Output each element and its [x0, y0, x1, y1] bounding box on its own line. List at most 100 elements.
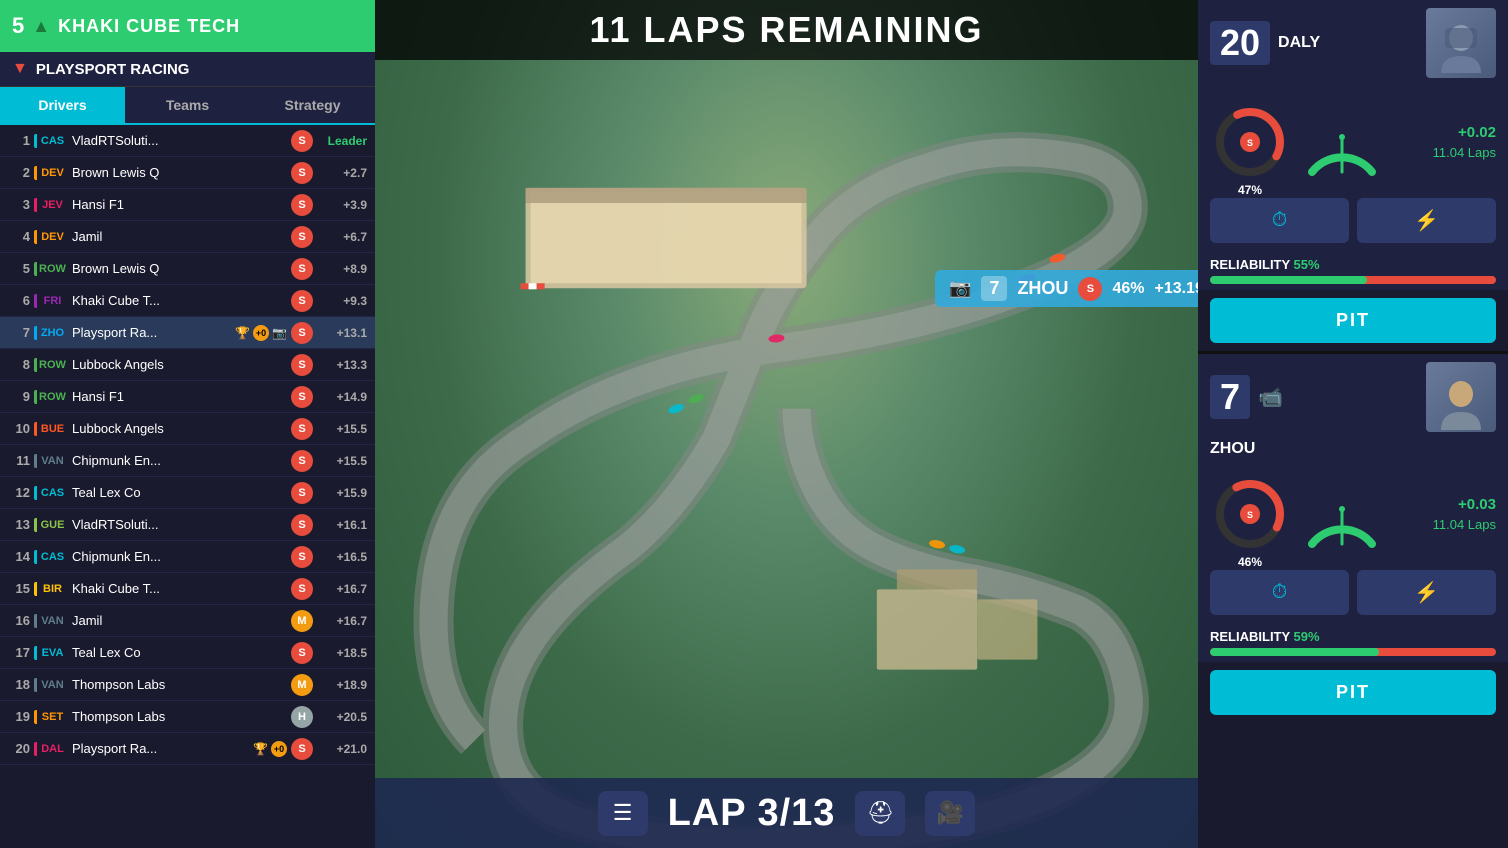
team-tag: DAL [34, 742, 68, 756]
tire-badge: S [291, 322, 313, 344]
daly-reliability-section: RELIABILITY 55% [1198, 251, 1508, 290]
zhou-reliability-bar-bg [1210, 648, 1496, 656]
position-number: 20 [8, 741, 30, 756]
daly-tire-pct: 47% [1210, 183, 1290, 197]
driver-row[interactable]: 2 DEV Brown Lewis Q S +2.7 [0, 157, 375, 189]
tire-badge: S [291, 226, 313, 248]
driver-row[interactable]: 20 DAL Playsport Ra... 🏆 +0 S +21.0 [0, 733, 375, 765]
gap-text: +14.9 [317, 390, 367, 404]
menu-button[interactable]: ☰ [598, 791, 648, 836]
tire-badge: S [291, 258, 313, 280]
driver-row[interactable]: 16 VAN Jamil M +16.7 [0, 605, 375, 637]
zhou-reliability-section: RELIABILITY 59% [1198, 623, 1508, 662]
driver-row[interactable]: 15 BIR Khaki Cube T... S +16.7 [0, 573, 375, 605]
lightning-icon: ⚡ [1414, 208, 1439, 233]
daly-fuel-laps: 11.04 Laps [1394, 145, 1496, 160]
tire-badge: S [291, 162, 313, 184]
team-tag: VAN [34, 678, 68, 692]
svg-text:S: S [1247, 510, 1253, 520]
position-number: 8 [8, 357, 30, 372]
driver-name: Lubbock Angels [72, 357, 287, 372]
gap-text: +2.7 [317, 166, 367, 180]
tire-badge: S [291, 642, 313, 664]
zhou-pit-button[interactable]: PIT [1210, 670, 1496, 715]
team-tag: VAN [34, 454, 68, 468]
driver-row[interactable]: 4 DEV Jamil S +6.7 [0, 221, 375, 253]
driver-card-zhou: 7 📹 ZHOU [1198, 354, 1508, 466]
tire-badge: S [291, 194, 313, 216]
gap-text: +15.5 [317, 422, 367, 436]
gap-text: Leader [317, 134, 367, 148]
tab-drivers[interactable]: Drivers [0, 87, 125, 123]
daly-boost-button[interactable]: ⚡ [1357, 198, 1496, 243]
right-panel: 20 DALY S [1198, 0, 1508, 848]
tire-badge: S [291, 738, 313, 760]
driver-row[interactable]: 3 JEV Hansi F1 S +3.9 [0, 189, 375, 221]
driver-row[interactable]: 8 ROW Lubbock Angels S +13.3 [0, 349, 375, 381]
driver-row[interactable]: 5 ROW Brown Lewis Q S +8.9 [0, 253, 375, 285]
driver-row[interactable]: 6 FRI Khaki Cube T... S +9.3 [0, 285, 375, 317]
driver-row[interactable]: 7 ZHO Playsport Ra... 🏆 +0 📷 S +13.1 [0, 317, 375, 349]
position-number: 9 [8, 389, 30, 404]
driver-name: Jamil [72, 613, 287, 628]
driver-row[interactable]: 10 BUE Lubbock Angels S +15.5 [0, 413, 375, 445]
daly-speed-button[interactable]: ⏱ [1210, 198, 1349, 243]
zhou-speed-button[interactable]: ⏱ [1210, 570, 1349, 615]
driver-row[interactable]: 11 VAN Chipmunk En... S +15.5 [0, 445, 375, 477]
bonus-badge: +0 [271, 741, 287, 757]
daly-pit-button[interactable]: PIT [1210, 298, 1496, 343]
driver-name: VladRTSoluti... [72, 133, 287, 148]
driver-name: Playsport Ra... [72, 325, 229, 340]
svg-text:S: S [1247, 138, 1253, 148]
tab-teams[interactable]: Teams [125, 87, 250, 123]
daly-fuel-info: +0.02 11.04 Laps [1394, 124, 1496, 160]
tab-strategy[interactable]: Strategy [250, 87, 375, 123]
driver-row[interactable]: 18 VAN Thompson Labs M +18.9 [0, 669, 375, 701]
position-number: 17 [8, 645, 30, 660]
zhou-reliability-bar-fill [1210, 648, 1379, 656]
hud-driver-name: ZHOU [1017, 278, 1068, 299]
driver-name: Teal Lex Co [72, 645, 287, 660]
driver-row[interactable]: 19 SET Thompson Labs H +20.5 [0, 701, 375, 733]
playsport-arrow-icon: ▼ [12, 60, 28, 78]
driver-row[interactable]: 17 EVA Teal Lex Co S +18.5 [0, 637, 375, 669]
position-number: 18 [8, 677, 30, 692]
daly-number: 20 [1210, 21, 1270, 65]
tire-badge: M [291, 610, 313, 632]
team-tag: CAS [34, 550, 68, 564]
tire-badge: S [291, 450, 313, 472]
position-number: 3 [8, 197, 30, 212]
row-extras: 🏆 +0 📷 [235, 325, 287, 341]
zhou-action-buttons: ⏱ ⚡ [1198, 562, 1508, 623]
driver-card-header-zhou: 7 📹 [1210, 362, 1496, 432]
position-number: 6 [8, 293, 30, 308]
tire-badge: S [291, 130, 313, 152]
daly-tire-svg: S [1210, 102, 1290, 182]
tire-badge: S [291, 386, 313, 408]
daly-fuel-gauge [1302, 102, 1382, 182]
driver-card-daly: 20 DALY [1198, 0, 1508, 94]
position-number: 2 [8, 165, 30, 180]
driver-row[interactable]: 13 GUE VladRTSoluti... S +16.1 [0, 509, 375, 541]
daly-name: DALY [1278, 34, 1320, 52]
gap-text: +9.3 [317, 294, 367, 308]
zhou-boost-button[interactable]: ⚡ [1357, 570, 1496, 615]
gap-text: +21.0 [317, 742, 367, 756]
gap-text: +18.9 [317, 678, 367, 692]
camera-button[interactable]: 🎥 [925, 791, 975, 836]
gap-text: +3.9 [317, 198, 367, 212]
helmet-button[interactable]: ⛑ [855, 791, 905, 836]
tire-badge: S [291, 418, 313, 440]
position-number: 14 [8, 549, 30, 564]
daly-reliability-label: RELIABILITY 55% [1210, 257, 1496, 272]
driver-name: Chipmunk En... [72, 549, 287, 564]
driver-row[interactable]: 1 CAS VladRTSoluti... S Leader [0, 125, 375, 157]
left-panel: 5 ▲ KHAKI CUBE TECH ▼ PLAYSPORT RACING D… [0, 0, 375, 848]
cam-icon: 📷 [272, 326, 287, 340]
driver-row[interactable]: 9 ROW Hansi F1 S +14.9 [0, 381, 375, 413]
position-number: 4 [8, 229, 30, 244]
driver-row[interactable]: 12 CAS Teal Lex Co S +15.9 [0, 477, 375, 509]
camera-icon: 🎥 [937, 800, 964, 826]
driver-row[interactable]: 14 CAS Chipmunk En... S +16.5 [0, 541, 375, 573]
track-background: 📷 7 ZHOU S 46% +13.199 [375, 0, 1198, 848]
